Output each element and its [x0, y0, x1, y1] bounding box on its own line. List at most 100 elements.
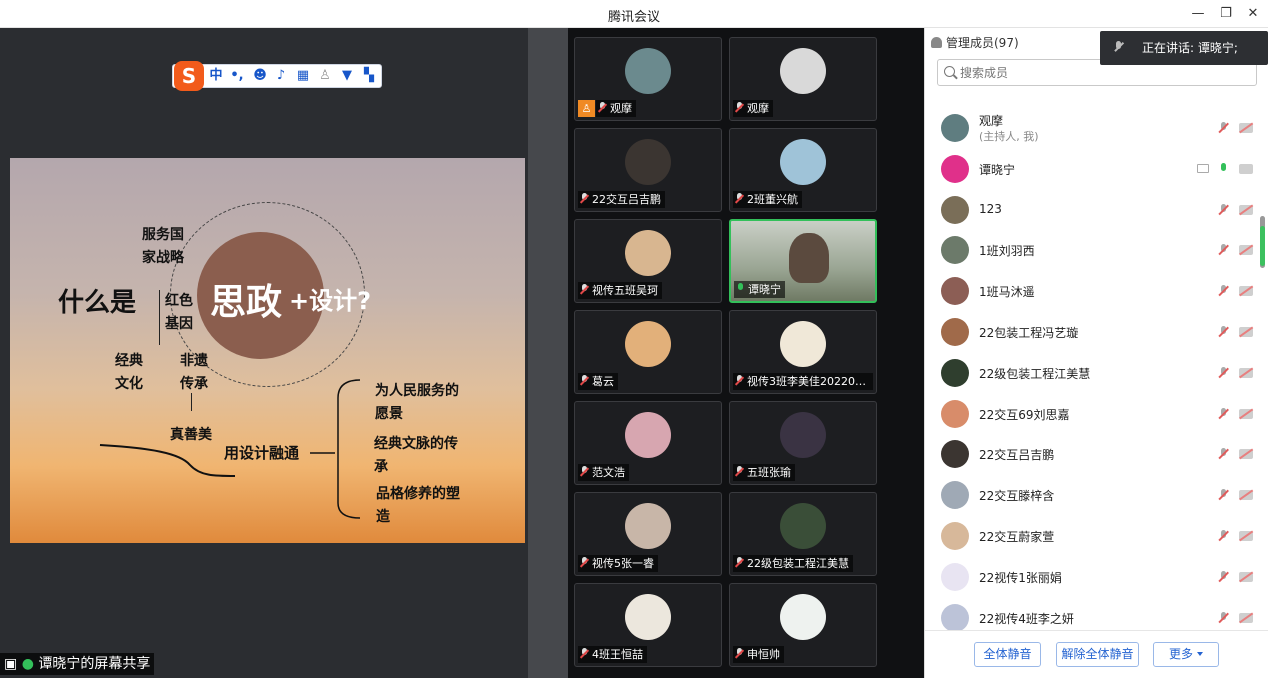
mic-icon[interactable]: ♪: [272, 67, 290, 85]
video-tile[interactable]: 申恒帅: [729, 583, 877, 667]
mic-muted-icon[interactable]: [1218, 530, 1229, 543]
speaking-level-indicator: [1260, 226, 1265, 266]
member-role: (主持人, 我): [979, 130, 1039, 143]
video-tile[interactable]: 观摩: [729, 37, 877, 121]
video-tile[interactable]: 22级包装工程江美慧: [729, 492, 877, 576]
mute-all-button[interactable]: 全体静音: [974, 642, 1041, 667]
grid-icon[interactable]: ▚: [360, 67, 378, 85]
camera-off-icon[interactable]: [1239, 408, 1253, 419]
member-row[interactable]: 22交互蔚家萱: [925, 516, 1265, 556]
mic-muted-icon[interactable]: [1218, 203, 1229, 217]
avatar: [941, 603, 969, 632]
avatar: [625, 503, 671, 549]
member-row[interactable]: 123: [925, 190, 1265, 230]
avatar: [941, 358, 969, 387]
video-tile[interactable]: 视传3班李美佳2022010...: [729, 310, 877, 394]
member-panel-footer: 全体静音 解除全体静音 更多: [925, 630, 1268, 678]
mic-muted-icon[interactable]: [1218, 122, 1229, 135]
member-name: 123: [979, 201, 1002, 216]
member-name: 22交互69刘思嘉: [979, 407, 1070, 422]
camera-off-icon[interactable]: [1239, 449, 1253, 460]
member-row[interactable]: 1班马沐遥: [925, 271, 1265, 311]
member-row[interactable]: 22交互滕梓含: [925, 475, 1265, 515]
video-tile[interactable]: 五班张瑜: [729, 401, 877, 485]
avatar: [780, 503, 826, 549]
more-button[interactable]: 更多: [1153, 642, 1219, 667]
mic-on-icon[interactable]: [1218, 162, 1229, 176]
ime-toolbar[interactable]: S 中 •, ☻ ♪ ▦ ♙ ▼ ▚: [172, 61, 382, 91]
camera-off-icon[interactable]: [1239, 327, 1253, 337]
avatar: [941, 522, 969, 550]
user-icon[interactable]: ♙: [316, 67, 334, 85]
tile-name: 22交互吕吉鹏: [578, 191, 665, 208]
camera-off-icon[interactable]: [1239, 612, 1253, 623]
mic-muted-icon[interactable]: [1218, 611, 1229, 625]
member-name: 谭晓宁: [979, 162, 1016, 177]
member-row[interactable]: 22包装工程冯艺璇: [925, 312, 1265, 352]
unmute-all-button[interactable]: 解除全体静音: [1056, 642, 1139, 667]
video-tile[interactable]: 4班王恒喆: [574, 583, 722, 667]
avatar: [941, 195, 969, 224]
search-icon: [944, 66, 955, 77]
close-button[interactable]: ✕: [1241, 4, 1265, 24]
member-panel-header: 管理成员(97): [931, 34, 1019, 51]
video-tile[interactable]: 22交互吕吉鹏: [574, 128, 722, 212]
camera-off-icon[interactable]: [1239, 490, 1253, 501]
camera-icon[interactable]: [1239, 163, 1253, 174]
member-row[interactable]: 22级包装工程江美慧: [925, 353, 1265, 393]
minimize-button[interactable]: —: [1186, 4, 1210, 24]
member-row[interactable]: 谭晓宁: [925, 149, 1265, 189]
avatar: [625, 230, 671, 276]
mic-muted-icon[interactable]: [1218, 448, 1229, 461]
tile-name: 谭晓宁: [734, 281, 785, 298]
camera-off-icon[interactable]: [1239, 204, 1253, 215]
mic-muted-icon[interactable]: [1218, 285, 1229, 298]
mic-muted-icon[interactable]: [1218, 570, 1229, 584]
video-tile[interactable]: 范文浩: [574, 401, 722, 485]
slide-vision-3-b: 造: [376, 509, 390, 525]
tile-name: 视传五班吴珂: [578, 282, 662, 299]
sogou-logo-icon[interactable]: S: [174, 61, 204, 91]
mic-muted-icon: [598, 102, 607, 113]
member-row[interactable]: 22视传1张丽娟: [925, 557, 1265, 597]
tile-name: 范文浩: [578, 464, 629, 481]
video-tile[interactable]: ♙ 观摩: [574, 37, 722, 121]
camera-off-icon[interactable]: [1239, 367, 1253, 378]
emoji-icon[interactable]: ☻: [251, 67, 269, 85]
member-row[interactable]: 观摩 (主持人, 我): [925, 108, 1265, 148]
mic-muted-icon[interactable]: [1218, 407, 1229, 421]
mic-muted-icon: [580, 648, 589, 659]
shirt-icon[interactable]: ▼: [338, 67, 356, 85]
camera-off-icon[interactable]: [1239, 245, 1253, 256]
restore-button[interactable]: ❐: [1214, 4, 1238, 24]
camera-off-icon[interactable]: [1239, 531, 1253, 541]
tile-name: 葛云: [578, 373, 618, 390]
speaking-toast: 正在讲话: 谭晓宁;: [1100, 31, 1268, 65]
camera-off-icon[interactable]: [1239, 571, 1253, 582]
avatar: [941, 236, 969, 265]
member-row[interactable]: 22交互69刘思嘉: [925, 394, 1265, 434]
video-tile-active-speaker[interactable]: 谭晓宁: [729, 219, 877, 303]
video-tile[interactable]: 视传5张一睿: [574, 492, 722, 576]
mic-on-icon: [736, 283, 745, 294]
mic-muted-icon[interactable]: [1218, 244, 1229, 257]
ime-punct-toggle[interactable]: •,: [228, 67, 246, 85]
host-icon: ♙: [578, 100, 595, 117]
video-tile[interactable]: 视传五班吴珂: [574, 219, 722, 303]
member-name: 22交互蔚家萱: [979, 530, 1055, 544]
member-row[interactable]: 22交互吕吉鹏: [925, 434, 1265, 474]
screen-share-icon: [1197, 163, 1209, 173]
mic-muted-icon[interactable]: [1218, 326, 1229, 339]
mic-muted-icon: [735, 648, 744, 659]
mic-muted-icon[interactable]: [1218, 366, 1229, 380]
slide-vision-2-a: 经典文脉的传: [374, 436, 458, 452]
mic-muted-icon[interactable]: [1218, 489, 1229, 502]
keyboard-icon[interactable]: ▦: [294, 67, 312, 85]
camera-off-icon[interactable]: [1239, 123, 1253, 133]
video-tile[interactable]: 葛云: [574, 310, 722, 394]
avatar: [625, 48, 671, 94]
video-tile[interactable]: 2班董兴航: [729, 128, 877, 212]
member-row[interactable]: 1班刘羽西: [925, 230, 1265, 270]
camera-off-icon[interactable]: [1239, 286, 1253, 297]
ime-mode-toggle[interactable]: 中: [207, 67, 225, 85]
